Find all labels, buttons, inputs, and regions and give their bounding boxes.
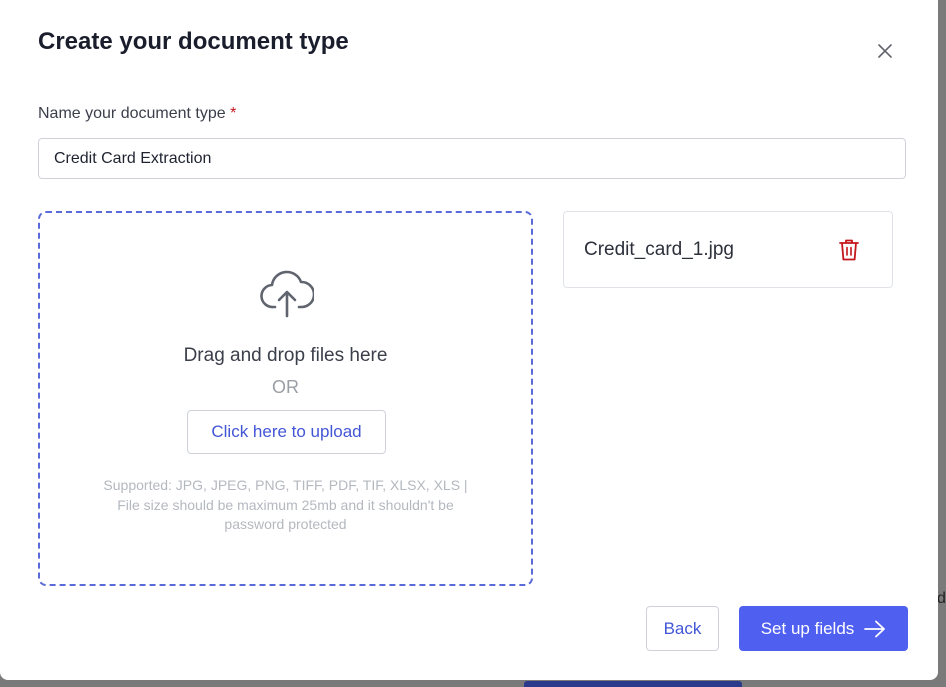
create-document-type-modal: Create your document type Name your docu… [0, 0, 938, 680]
background-page-fragment-right: d [937, 590, 946, 607]
arrow-right-icon [864, 620, 886, 637]
file-size-line: File size should be maximum 25mb and it … [117, 496, 454, 513]
set-up-fields-button[interactable]: Set up fields [739, 606, 908, 651]
upload-button[interactable]: Click here to upload [187, 410, 386, 454]
document-type-name-input[interactable] [38, 138, 906, 179]
dropzone-instructions: Drag and drop files here [183, 345, 388, 366]
uploaded-file-item: Credit_card_1.jpg [563, 211, 893, 288]
background-page-button-fragment [524, 681, 742, 687]
close-icon [878, 44, 892, 58]
supported-formats-line: Supported: JPG, JPEG, PNG, TIFF, PDF, TI… [103, 477, 468, 493]
uploaded-file-name: Credit_card_1.jpg [584, 239, 734, 260]
delete-file-button[interactable] [836, 237, 862, 263]
name-field-label: Name your document type * [38, 105, 236, 123]
back-button[interactable]: Back [646, 606, 719, 651]
name-field-label-text: Name your document type [38, 105, 226, 122]
supported-formats-note: Supported: JPG, JPEG, PNG, TIFF, PDF, TI… [80, 476, 491, 535]
modal-title: Create your document type [38, 28, 349, 55]
trash-icon [839, 239, 859, 261]
set-up-fields-label: Set up fields [760, 618, 855, 638]
dropzone-or-separator: OR [272, 377, 299, 397]
cloud-upload-icon [260, 270, 314, 318]
password-line: password protected [224, 516, 347, 532]
close-button[interactable] [872, 38, 898, 64]
required-mark: * [230, 105, 237, 122]
file-dropzone[interactable]: Drag and drop files here OR Click here t… [38, 211, 533, 586]
